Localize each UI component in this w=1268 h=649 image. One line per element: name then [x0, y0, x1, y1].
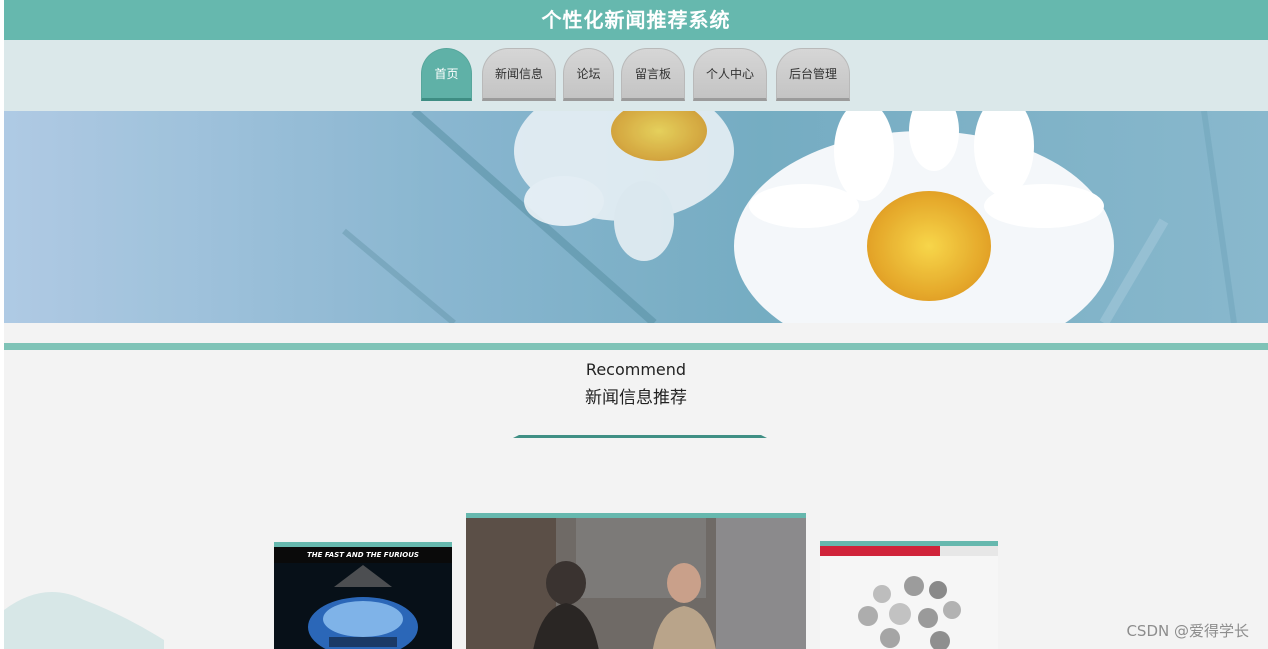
news-card-fast-furious[interactable]: THE FAST AND THE FURIOUS [274, 542, 452, 649]
nav-item-forum[interactable]: 论坛 [563, 48, 614, 101]
recommend-title-en: Recommend [585, 360, 687, 379]
news-card-image [820, 546, 998, 649]
news-card-portraits[interactable] [820, 541, 998, 649]
nav-bar: 首页 新闻信息 论坛 留言板 个人中心 后台管理 [4, 40, 1268, 111]
news-card-image [274, 563, 452, 649]
site-title: 个性化新闻推荐系统 [4, 0, 1268, 40]
nav-item-home[interactable]: 首页 [421, 48, 472, 101]
nav-item-message-board[interactable]: 留言板 [621, 48, 685, 101]
mountain-decoration [4, 592, 164, 649]
page: 个性化新闻推荐系统 首页 新闻信息 论坛 留言板 个人中心 后台管理 Recom… [4, 0, 1268, 649]
news-card-image [466, 518, 806, 649]
banner-carousel[interactable] [4, 111, 1268, 323]
recommend-title-zh: 新闻信息推荐 [585, 388, 687, 408]
recommend-underline [513, 435, 767, 438]
news-card-street[interactable] [466, 513, 806, 649]
nav-item-admin[interactable]: 后台管理 [776, 48, 850, 101]
section-divider [4, 343, 1268, 350]
banner-daisy-image [4, 111, 1268, 323]
csdn-watermark: CSDN @爱得学长 [1126, 622, 1249, 640]
nav-item-personal-center[interactable]: 个人中心 [693, 48, 767, 101]
nav-item-news[interactable]: 新闻信息 [482, 48, 556, 101]
